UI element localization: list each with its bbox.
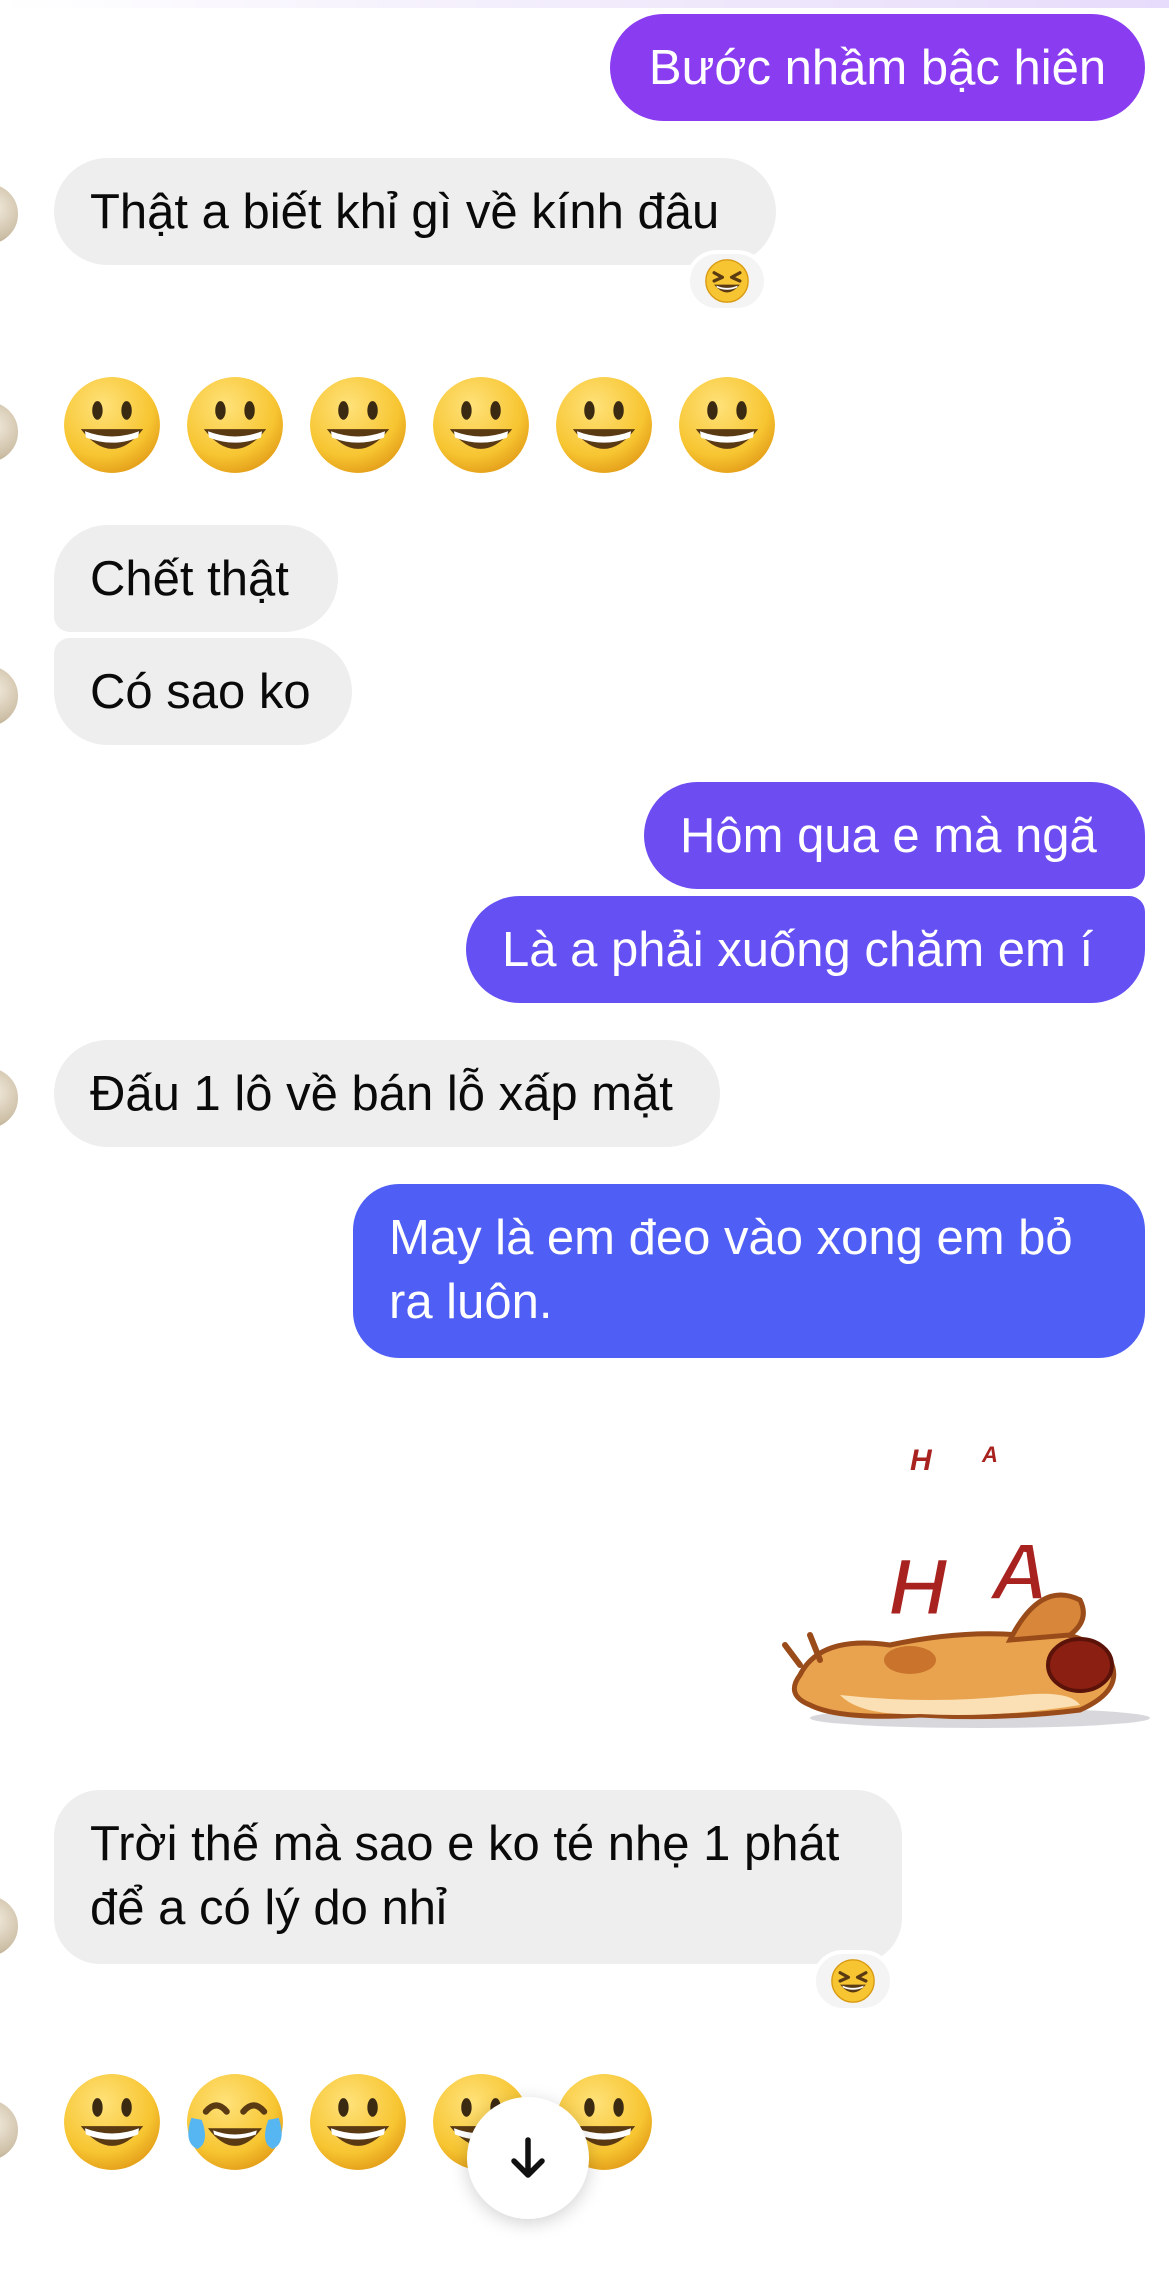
message-bubble-incoming[interactable]: Chết thật [54, 525, 338, 632]
contact-avatar[interactable] [0, 664, 20, 728]
sticker-letter: H [910, 1444, 933, 1477]
contact-avatar[interactable] [0, 400, 20, 464]
grinning-face-icon [306, 373, 410, 477]
sticker-letter: A [981, 1442, 998, 1467]
message-bubble-outgoing[interactable]: May là em đeo vào xong em bỏ ra luôn. [353, 1184, 1145, 1358]
face-with-tears-of-joy-icon [183, 2070, 287, 2174]
grinning-face-icon [675, 373, 779, 477]
message-bubble-incoming[interactable]: Có sao ko [54, 638, 352, 745]
reaction-badge[interactable] [686, 250, 768, 312]
message-bubble-incoming[interactable]: Trời thế mà sao e ko té nhẹ 1 phát để a … [54, 1790, 902, 1964]
grinning-face-icon [183, 373, 287, 477]
grinning-squinting-face-icon [705, 259, 749, 303]
message-bubble-incoming[interactable]: Thật a biết khỉ gì về kính đâu [54, 158, 776, 265]
message-bubble-outgoing[interactable]: Hôm qua e mà ngã [644, 782, 1145, 889]
contact-avatar[interactable] [0, 2098, 20, 2162]
arrow-down-icon [511, 2137, 545, 2178]
contact-avatar[interactable] [0, 1066, 20, 1130]
grinning-face-icon [306, 2070, 410, 2174]
message-bubble-incoming[interactable]: Đấu 1 lô về bán lỗ xấp mặt [54, 1040, 720, 1147]
contact-avatar[interactable] [0, 182, 20, 246]
top-gradient-bar [0, 0, 1169, 8]
grinning-face-icon [60, 2070, 164, 2174]
grinning-face-icon [552, 373, 656, 477]
grinning-face-icon [60, 373, 164, 477]
grinning-squinting-face-icon [831, 1959, 875, 2003]
reaction-badge[interactable] [812, 1950, 894, 2012]
scroll-to-bottom-button[interactable] [467, 2097, 589, 2219]
sticker-letter: H [888, 1542, 949, 1633]
grinning-face-icon [429, 373, 533, 477]
contact-avatar[interactable] [0, 1894, 20, 1958]
message-bubble-outgoing[interactable]: Là a phải xuống chăm em í [466, 896, 1145, 1003]
laughing-dog-sticker[interactable]: H A H A [780, 1420, 1150, 1740]
message-bubble-outgoing[interactable]: Bước nhầm bậc hiên [610, 14, 1145, 121]
